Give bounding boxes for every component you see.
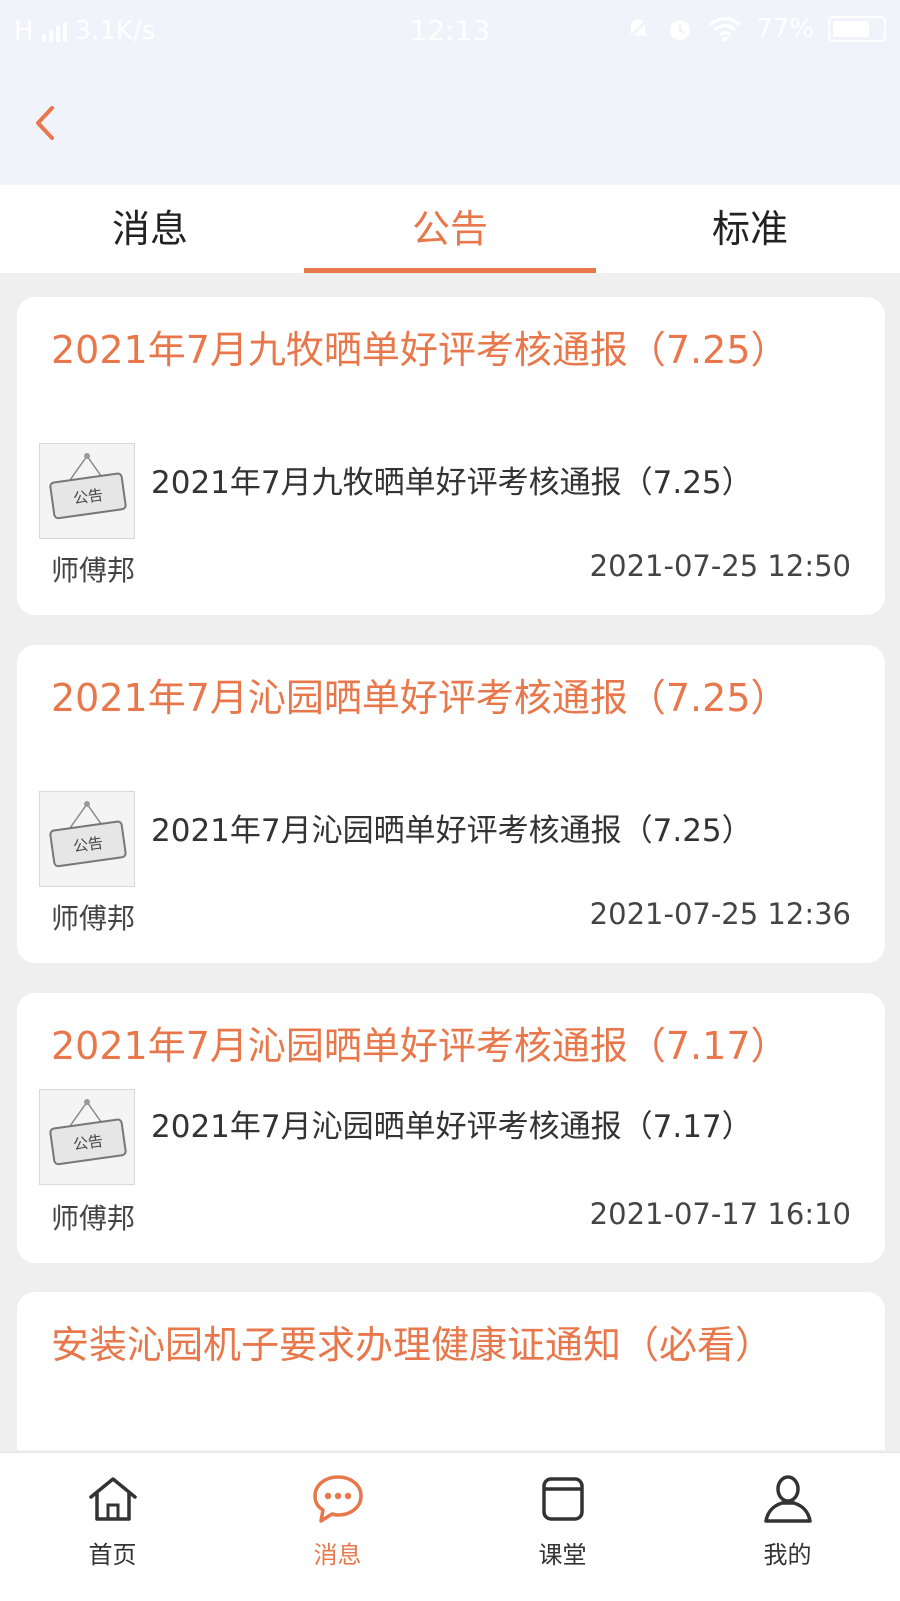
notice-thumbnail: 公告: [39, 791, 135, 887]
notice-author: 师傅邦: [51, 902, 136, 935]
mute-icon: [627, 17, 650, 41]
notice-title: 安装沁园机子要求办理健康证通知（必看）: [51, 1323, 774, 1367]
notice-summary: 2021年7月沁园晒单好评考核通报（7.17）: [151, 1109, 753, 1145]
notice-card[interactable]: 安装沁园机子要求办理健康证通知（必看）: [17, 1292, 885, 1450]
notice-thumbnail: 公告: [39, 1089, 135, 1185]
notice-card[interactable]: 2021年7月沁园晒单好评考核通报（7.25） 公告 2021年7月沁园晒单好评…: [17, 645, 885, 963]
notice-list[interactable]: 2021年7月九牧晒单好评考核通报（7.25） 公告 2021年7月九牧晒单好评…: [0, 273, 900, 1450]
bottom-nav: 首页 消息 课堂 我的: [0, 1452, 900, 1601]
nav-classroom[interactable]: 课堂: [450, 1453, 675, 1601]
tab-messages[interactable]: 消息: [0, 185, 300, 273]
battery-percent: 77%: [756, 14, 814, 44]
home-icon: [88, 1477, 137, 1521]
notice-title: 2021年7月沁园晒单好评考核通报（7.17）: [51, 1024, 789, 1068]
announcement-sign-icon: 公告: [49, 801, 127, 868]
header: [0, 64, 900, 185]
nav-label: 我的: [763, 1541, 812, 1569]
notice-time: 2021-07-25 12:36: [589, 897, 851, 931]
status-bar: H 3.1K/s 12:13 77%: [0, 0, 900, 64]
tab-bar: 消息 公告 标准: [0, 185, 900, 273]
nav-profile[interactable]: 我的: [675, 1453, 900, 1601]
nav-messages[interactable]: 消息: [225, 1453, 450, 1601]
alarm-icon: [670, 20, 691, 40]
nav-label: 消息: [313, 1541, 362, 1569]
notice-author: 师傅邦: [51, 554, 136, 587]
nav-label: 课堂: [538, 1541, 587, 1569]
announcement-sign-icon: 公告: [49, 453, 127, 520]
notice-card[interactable]: 2021年7月沁园晒单好评考核通报（7.17） 公告 2021年7月沁园晒单好评…: [17, 993, 885, 1263]
wifi-icon: [709, 17, 742, 42]
nav-label: 首页: [88, 1541, 137, 1569]
announcement-sign-icon: 公告: [49, 1099, 127, 1166]
back-button[interactable]: [26, 98, 66, 148]
message-icon: [312, 1475, 363, 1523]
notice-title: 2021年7月九牧晒单好评考核通报（7.25）: [51, 328, 789, 372]
notice-title: 2021年7月沁园晒单好评考核通报（7.25）: [51, 676, 789, 720]
tab-standards[interactable]: 标准: [600, 185, 900, 273]
notice-summary: 2021年7月九牧晒单好评考核通报（7.25）: [151, 465, 753, 501]
notice-thumbnail: 公告: [39, 443, 135, 539]
notice-author: 师傅邦: [51, 1202, 136, 1235]
chevron-left-icon: [36, 106, 54, 140]
status-right: 77%: [624, 14, 886, 44]
nav-home[interactable]: 首页: [0, 1453, 225, 1601]
notice-time: 2021-07-25 12:50: [589, 549, 851, 583]
tab-announcements[interactable]: 公告: [300, 185, 600, 273]
battery-icon: [828, 16, 886, 42]
notice-time: 2021-07-17 16:10: [589, 1197, 851, 1231]
profile-icon: [763, 1475, 812, 1523]
notice-card[interactable]: 2021年7月九牧晒单好评考核通报（7.25） 公告 2021年7月九牧晒单好评…: [17, 297, 885, 615]
notice-summary: 2021年7月沁园晒单好评考核通报（7.25）: [151, 813, 753, 849]
classroom-icon: [541, 1477, 584, 1521]
